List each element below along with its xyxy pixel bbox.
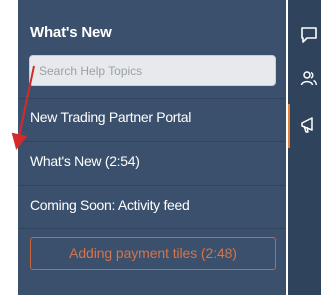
divider	[18, 185, 286, 186]
help-panel: What's New New Trading Partner Portal Wh…	[18, 0, 286, 295]
people-icon[interactable]	[300, 69, 318, 87]
side-rail	[288, 0, 321, 295]
active-indicator	[288, 104, 290, 148]
divider	[18, 228, 286, 229]
menu-item-new-trading-partner-portal[interactable]: New Trading Partner Portal	[30, 109, 191, 125]
search-input[interactable]	[29, 55, 276, 86]
menu-item-coming-soon-activity-feed[interactable]: Coming Soon: Activity feed	[30, 197, 190, 213]
screenshot-stage: What's New New Trading Partner Portal Wh…	[0, 0, 321, 295]
panel-title: What's New	[30, 24, 112, 41]
menu-item-whats-new-video[interactable]: What's New (2:54)	[30, 153, 140, 169]
divider	[18, 141, 286, 142]
megaphone-icon[interactable]	[300, 116, 318, 134]
adding-payment-tiles-button[interactable]: Adding payment tiles (2:48)	[30, 237, 276, 270]
chat-bubble-icon[interactable]	[300, 26, 318, 44]
divider	[18, 98, 286, 99]
